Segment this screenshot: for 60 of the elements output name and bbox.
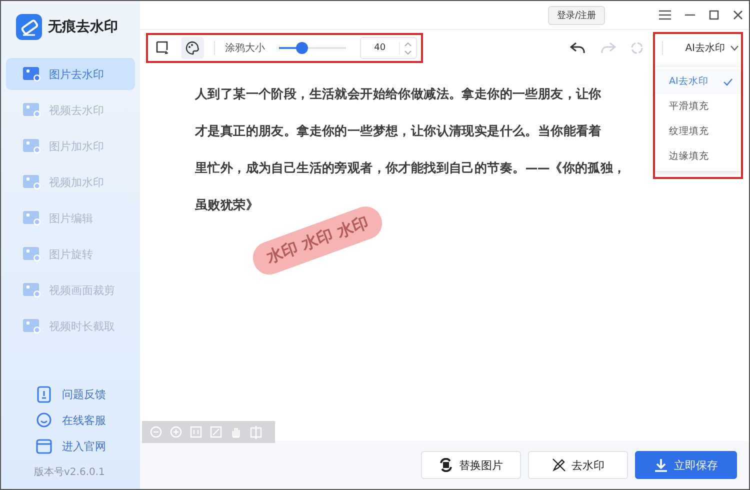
- number-field[interactable]: 40: [360, 37, 418, 59]
- sidebar-link[interactable]: 问题反馈: [6, 381, 135, 407]
- picture-icon: [23, 138, 41, 154]
- document-text-line: 才是真正的朋友。拿走你的一些梦想，让你认清现实是什么。当你能看着: [195, 123, 602, 138]
- zoom-tool-button[interactable]: [208, 426, 224, 438]
- download-icon: [654, 458, 668, 472]
- undo-icon: [570, 42, 586, 54]
- zoom-tool-button[interactable]: [188, 426, 204, 438]
- palette-icon: [185, 41, 200, 55]
- smiley-icon: [36, 412, 52, 428]
- zoom-tool-button[interactable]: [248, 426, 264, 438]
- phone-icon: [36, 386, 52, 402]
- document-text-line: 人到了某一个阶段，生活就会开始给你做减法。拿走你的一些朋友，让你: [195, 86, 602, 101]
- zoom-tool-button[interactable]: [148, 426, 164, 438]
- version-label: 版本号v2.6.0.1: [33, 466, 106, 479]
- hand-icon: [230, 426, 242, 438]
- maximize-icon: [709, 10, 719, 20]
- zoom-in-icon: [170, 426, 182, 438]
- eraser-logo-icon: [16, 14, 42, 40]
- actual-size-icon: [190, 426, 202, 438]
- picture-icon: [23, 102, 41, 118]
- chevron-down-icon: [404, 50, 412, 54]
- tool-button[interactable]: [180, 37, 204, 59]
- close-icon: [733, 10, 743, 20]
- menu-icon: [659, 10, 671, 20]
- menu-item[interactable]: 纹理填充: [655, 119, 741, 144]
- brush-size-label: 涂鸦大小: [224, 42, 265, 55]
- menu-item[interactable]: 平滑填充: [655, 94, 741, 119]
- picture-icon: [23, 210, 41, 226]
- login-button[interactable]: 登录/注册: [548, 6, 605, 24]
- action-button[interactable]: 去水印: [528, 451, 628, 479]
- pen-slash-icon: [552, 458, 566, 472]
- sidebar-link[interactable]: 进入官网: [6, 433, 135, 459]
- chevron-up-icon: [404, 42, 412, 46]
- redo-icon: [600, 42, 616, 54]
- zoom-tool-button[interactable]: [168, 426, 184, 438]
- slider-thumb[interactable]: [296, 42, 308, 54]
- picture-icon: [23, 174, 41, 190]
- menu-item[interactable]: 边缘填充: [655, 144, 741, 169]
- picture-icon: [23, 246, 41, 262]
- picture-icon: [23, 318, 41, 334]
- swap-icon: [439, 458, 453, 472]
- picture-icon: [23, 66, 41, 82]
- compare-icon: [250, 426, 262, 438]
- fit-screen-icon: [210, 426, 222, 438]
- save-button[interactable]: 立即保存: [635, 451, 737, 479]
- document-text-line: 里忙外，成为自己生活的旁观者，你才能找到自己的节奏。——《你的孤独，: [195, 160, 626, 175]
- sidebar-item[interactable]: 图片去水印: [6, 58, 135, 90]
- browser-icon: [36, 438, 52, 454]
- menu-item[interactable]: AI去水印: [655, 69, 741, 94]
- action-button[interactable]: 替换图片: [421, 451, 521, 479]
- picture-icon: [23, 282, 41, 298]
- zoom-out-icon: [150, 426, 162, 438]
- select-rectangle-icon: [156, 41, 170, 55]
- mode-dropdown[interactable]: AI去水印: [681, 41, 743, 55]
- chevron-down-icon: [730, 45, 739, 51]
- check-icon: [723, 78, 733, 86]
- sidebar-link[interactable]: 在线客服: [6, 407, 135, 433]
- app-title: 无痕去水印: [48, 18, 118, 36]
- reset-icon: [630, 41, 644, 55]
